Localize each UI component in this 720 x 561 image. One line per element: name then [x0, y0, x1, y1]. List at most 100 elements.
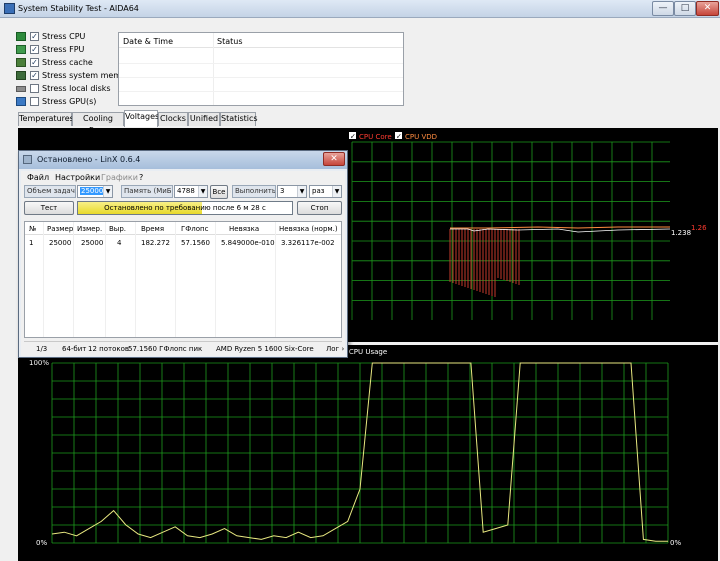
gpu-icon — [16, 97, 26, 106]
run-count-label: Выполнить: — [232, 185, 276, 198]
status-peak: 57.1560 ГФлопс пик — [128, 345, 203, 353]
column-separator — [215, 222, 216, 337]
results-table[interactable]: № Размер Измер. Выр. Время ГФлопс Невязк… — [24, 221, 342, 338]
legend-cpu-vdd: CPU VDD — [405, 133, 437, 141]
row-number: 1 — [29, 239, 34, 247]
stress-memory-checkbox[interactable]: ✓ — [30, 71, 39, 80]
row-time: 182.272 — [141, 239, 170, 247]
log-column-separator — [213, 33, 214, 105]
menu-graphs[interactable]: Графики — [101, 173, 138, 182]
maximize-button[interactable]: □ — [674, 1, 696, 16]
linx-title: Остановлено - LinX 0.6.4 — [37, 155, 141, 164]
status-bits: 64-бит — [62, 345, 87, 353]
menu-help[interactable]: ? — [139, 173, 143, 182]
menu-file[interactable]: Файл — [27, 173, 49, 182]
cpu-core-spikes — [449, 229, 520, 297]
fpu-icon — [16, 45, 26, 54]
runs-unit-combo[interactable]: раз ▼ — [309, 185, 342, 198]
test-progress-bar: Остановлено по требованию после 6 м 28 с — [77, 201, 293, 215]
status-log-table[interactable]: Date & Time Status — [118, 32, 404, 106]
legend-cpu-core: CPU Core — [359, 133, 392, 141]
cpu-usage-chart: CPU Usage 100% 0% 0% — [18, 345, 718, 561]
cpu-vdd-line — [450, 226, 670, 229]
stress-disks-checkbox[interactable] — [30, 84, 39, 93]
cpu-usage-grid — [51, 362, 669, 544]
y-tick-0-right: 0% — [670, 539, 681, 547]
stress-cpu-checkbox[interactable]: ✓ — [30, 32, 39, 41]
linx-status-bar: 1/3 64-бит 12 потоков 57.1560 ГФлопс пик… — [24, 341, 344, 354]
window-title: System Stability Test - AIDA64 — [18, 4, 139, 13]
log-row-line — [119, 91, 403, 92]
column-gflops[interactable]: ГФлопс — [181, 225, 208, 233]
chevron-down-icon[interactable]: ▼ — [332, 186, 341, 197]
memory-combo[interactable]: 4788 ▼ — [174, 185, 208, 198]
runs-value: 3 — [280, 187, 285, 195]
log-row-line — [119, 63, 403, 64]
chevron-down-icon[interactable]: ▼ — [297, 186, 306, 197]
stop-button[interactable]: Стоп — [297, 201, 342, 215]
runs-unit-value: раз — [312, 187, 325, 195]
linx-body: Объем задачи: 25000 ▼ Память (MиБ): 4788… — [21, 184, 345, 356]
log-column-status[interactable]: Status — [217, 37, 243, 46]
voltage-legend: ✓ CPU Core ✓ CPU VDD — [349, 132, 437, 141]
tab-statistics[interactable]: Statistics — [220, 112, 258, 126]
linx-menubar: Файл Настройки Графики ? — [21, 171, 345, 184]
status-cpu: AMD Ryzen 5 1600 Six-Core — [216, 345, 314, 353]
menu-settings[interactable]: Настройки — [55, 173, 100, 182]
problem-size-combo[interactable]: 25000 ▼ — [77, 185, 113, 198]
row-residual: 5.849000e-010 — [221, 239, 275, 247]
chart-title: CPU Usage — [349, 348, 387, 356]
tab-temperatures[interactable]: Temperatures — [18, 112, 74, 126]
minimize-button[interactable]: — — [652, 1, 674, 16]
stress-fpu-checkbox[interactable]: ✓ — [30, 45, 39, 54]
column-residual[interactable]: Невязка — [229, 225, 259, 233]
column-dimension[interactable]: Измер. — [77, 225, 102, 233]
tab-unified[interactable]: Unified — [188, 112, 220, 126]
tab-clocks[interactable]: Clocks — [158, 112, 188, 126]
stress-gpu-label: Stress GPU(s) — [42, 97, 97, 106]
chevron-down-icon[interactable]: ▼ — [198, 186, 207, 197]
stress-cache-checkbox[interactable]: ✓ — [30, 58, 39, 67]
problem-size-label: Объем задачи: — [24, 185, 76, 198]
linx-close-button[interactable]: ✕ — [323, 152, 345, 166]
row-residual-normalized: 3.326117e-002 — [281, 239, 335, 247]
memory-label: Память (MиБ): — [121, 185, 173, 198]
linx-titlebar[interactable]: Остановлено - LinX 0.6.4 ✕ — [19, 151, 347, 169]
column-separator — [275, 222, 276, 337]
column-size[interactable]: Размер — [47, 225, 73, 233]
test-button[interactable]: Тест — [24, 201, 74, 215]
linx-window[interactable]: Остановлено - LinX 0.6.4 ✕ Файл Настройк… — [18, 150, 348, 358]
log-row-line — [119, 77, 403, 78]
stress-gpu-checkbox[interactable] — [30, 97, 39, 106]
row-alignment: 4 — [117, 239, 122, 247]
column-time[interactable]: Время — [141, 225, 164, 233]
cache-icon — [16, 58, 26, 67]
column-residual-normalized[interactable]: Невязка (норм.) — [279, 225, 338, 233]
problem-size-value: 25000 — [80, 187, 105, 195]
legend-vdd-check: ✓ — [396, 133, 402, 141]
log-column-datetime[interactable]: Date & Time — [123, 37, 173, 46]
disk-icon — [16, 86, 26, 92]
legend-core-check: ✓ — [350, 133, 356, 141]
stress-cache-label: Stress cache — [42, 58, 93, 67]
close-button[interactable]: ✕ — [696, 1, 719, 16]
row-gflops: 57.1560 — [181, 239, 210, 247]
linx-app-icon — [23, 155, 32, 164]
window-titlebar[interactable]: System Stability Test - AIDA64 — □ ✕ — [0, 0, 720, 18]
aida64-app-icon — [4, 3, 15, 14]
vdd-value-label: 1.238 — [671, 229, 691, 237]
row-dimension: 25000 — [81, 239, 104, 247]
tab-voltages[interactable]: Voltages — [124, 110, 159, 127]
chevron-down-icon[interactable]: ▼ — [103, 186, 112, 197]
voltage-grid — [351, 141, 670, 320]
column-separator — [43, 222, 44, 337]
tab-cooling-fans[interactable]: Cooling Fans — [72, 112, 124, 135]
log-link[interactable]: Лог › — [326, 345, 344, 353]
core-value-label: 1.26 — [691, 224, 707, 232]
column-alignment[interactable]: Выр. — [109, 225, 126, 233]
y-tick-100: 100% — [29, 359, 49, 367]
column-separator — [175, 222, 176, 337]
runs-combo[interactable]: 3 ▼ — [277, 185, 307, 198]
column-number[interactable]: № — [29, 225, 36, 233]
all-memory-button[interactable]: Все — [210, 185, 228, 199]
